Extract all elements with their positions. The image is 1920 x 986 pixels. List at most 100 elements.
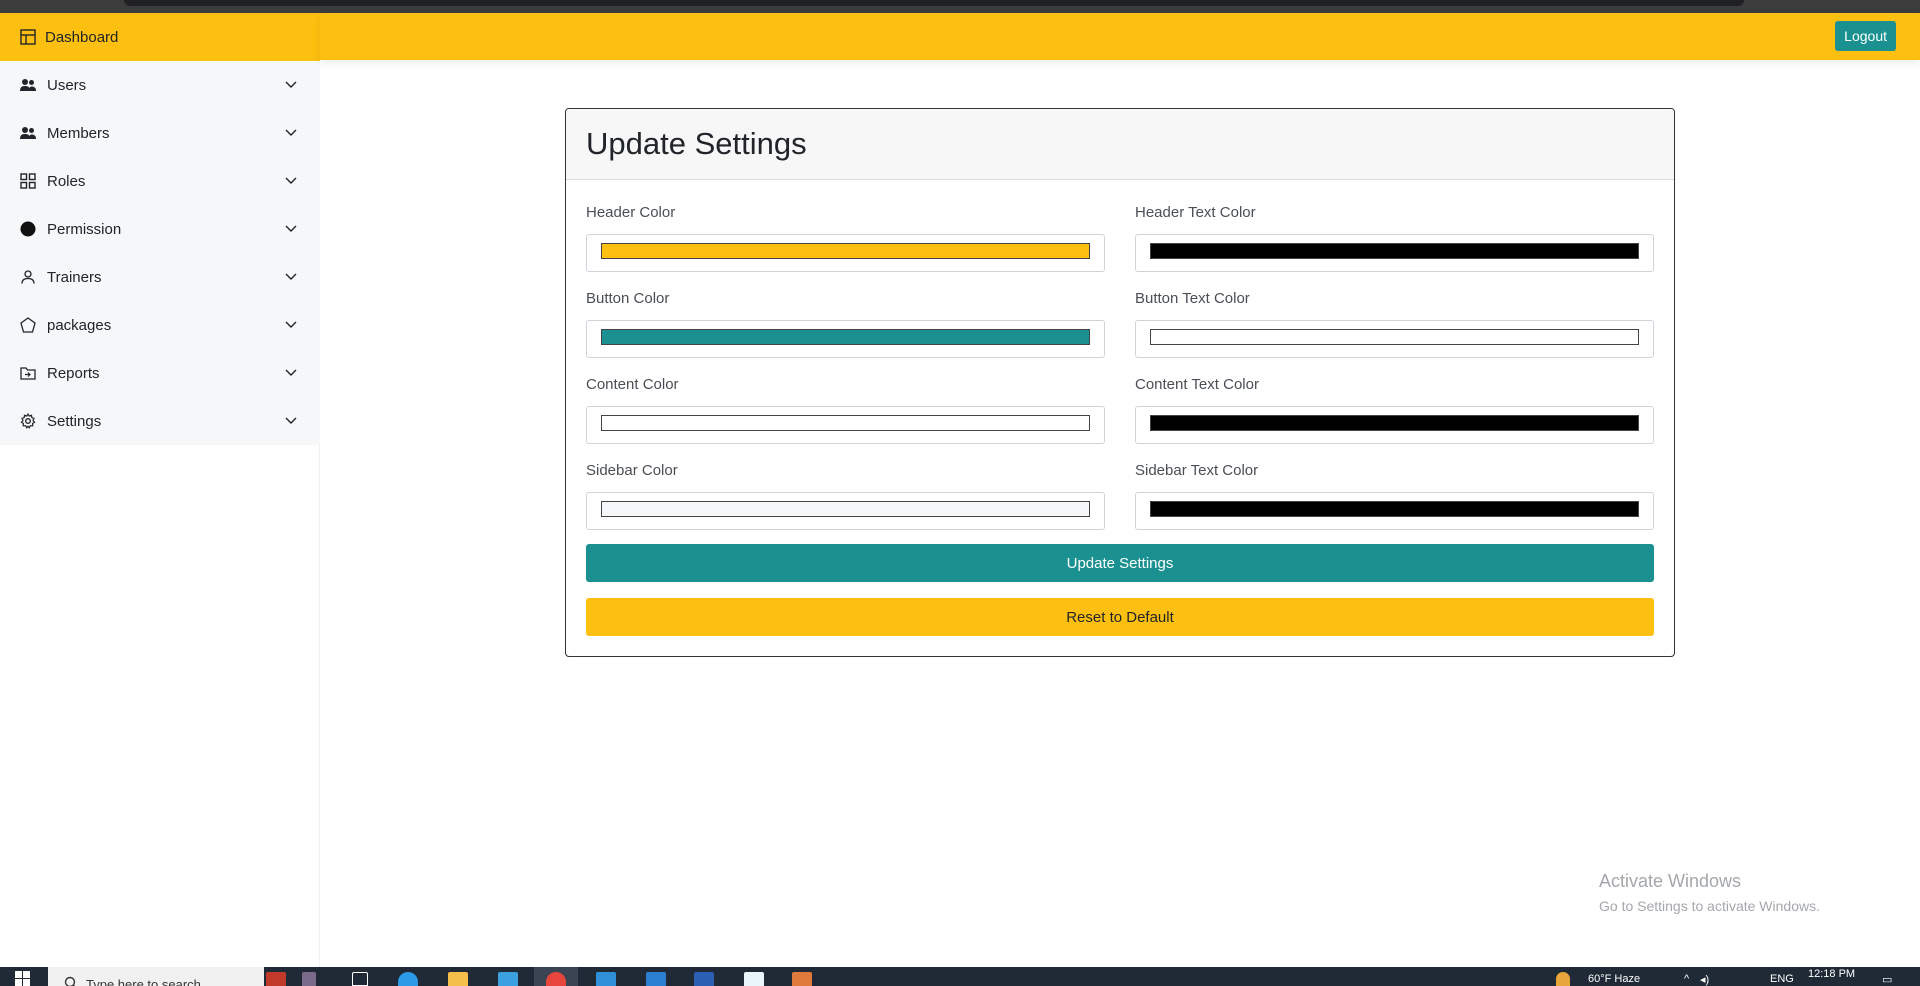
sidebar-item-packages[interactable]: packages bbox=[0, 301, 320, 349]
sidebar-item-label: Users bbox=[47, 76, 87, 94]
weather-icon[interactable] bbox=[1556, 972, 1570, 986]
sidebar-item-reports[interactable]: Reports bbox=[0, 349, 320, 397]
chevron-down-icon bbox=[284, 366, 298, 380]
sidebar-color-field: Sidebar Color bbox=[586, 460, 1105, 530]
sidebar-item-label: Members bbox=[47, 124, 110, 142]
watermark-subtitle: Go to Settings to activate Windows. bbox=[1599, 898, 1820, 914]
reset-to-default-button[interactable]: Reset to Default bbox=[586, 598, 1654, 636]
card-header: Update Settings bbox=[566, 109, 1674, 180]
header-color-field: Header Color bbox=[586, 202, 1105, 272]
field-label: Button Text Color bbox=[1135, 290, 1250, 307]
logout-button[interactable]: Logout bbox=[1835, 21, 1896, 51]
sidebar-brand-label: Dashboard bbox=[45, 28, 119, 46]
update-settings-card: Update Settings Header Color Header Text… bbox=[565, 108, 1675, 657]
update-settings-button[interactable]: Update Settings bbox=[586, 544, 1654, 582]
chevron-down-icon bbox=[284, 414, 298, 428]
field-label: Sidebar Text Color bbox=[1135, 462, 1259, 479]
field-label: Button Color bbox=[586, 290, 670, 307]
file-explorer-icon[interactable] bbox=[448, 972, 468, 986]
edge-icon[interactable] bbox=[398, 972, 418, 986]
button-text-color-field: Button Text Color bbox=[1135, 288, 1654, 358]
mail-icon[interactable] bbox=[596, 972, 616, 986]
page-title: Update Settings bbox=[586, 126, 807, 161]
content-color-input[interactable] bbox=[586, 406, 1105, 444]
content-color-field: Content Color bbox=[586, 374, 1105, 444]
chevron-down-icon bbox=[284, 174, 298, 188]
field-label: Content Text Color bbox=[1135, 376, 1259, 393]
header-text-color-field: Header Text Color bbox=[1135, 202, 1654, 272]
gear-icon bbox=[20, 413, 36, 429]
activate-windows-watermark: Activate Windows Go to Settings to activ… bbox=[1599, 871, 1820, 914]
table-icon bbox=[20, 29, 36, 45]
chevron-down-icon bbox=[284, 78, 298, 92]
watermark-title: Activate Windows bbox=[1599, 871, 1742, 891]
content-text-color-field: Content Text Color bbox=[1135, 374, 1654, 444]
color-swatch bbox=[601, 415, 1090, 431]
sidebar-item-label: packages bbox=[47, 316, 112, 334]
header-text-color-input[interactable] bbox=[1135, 234, 1654, 272]
volume-icon[interactable]: ◂) bbox=[1700, 973, 1709, 986]
chevron-down-icon bbox=[284, 270, 298, 284]
word-icon[interactable] bbox=[694, 972, 714, 986]
browser-top-strip bbox=[0, 0, 1920, 13]
button-text-color-input[interactable] bbox=[1135, 320, 1654, 358]
sidebar-item-permission[interactable]: Permission bbox=[0, 205, 320, 253]
color-swatch bbox=[601, 501, 1090, 517]
button-color-field: Button Color bbox=[586, 288, 1105, 358]
windows-start-icon[interactable] bbox=[14, 971, 30, 986]
taskbar-search-box[interactable]: Type here to search bbox=[48, 967, 264, 986]
pentagon-icon bbox=[20, 317, 36, 333]
sidebar-text-color-input[interactable] bbox=[1135, 492, 1654, 530]
xampp-icon[interactable] bbox=[792, 972, 812, 986]
browser-tab-bar bbox=[124, 0, 1744, 6]
sidebar-menu: Users Members Roles Permission Trainers … bbox=[0, 61, 320, 445]
header-color-input[interactable] bbox=[586, 234, 1105, 272]
tray-chevron-icon[interactable]: ^ bbox=[1684, 973, 1689, 985]
search-icon bbox=[64, 976, 78, 986]
app-icon[interactable] bbox=[744, 972, 764, 986]
windows-taskbar: Type here to search 60°F Haze ^ ◂) ENG 1… bbox=[0, 967, 1920, 986]
sidebar-item-settings[interactable]: Settings bbox=[0, 397, 320, 445]
sidebar-color-input[interactable] bbox=[586, 492, 1105, 530]
vscode-icon[interactable] bbox=[646, 972, 666, 986]
users-icon bbox=[20, 125, 36, 141]
notification-icon[interactable]: ▭ bbox=[1882, 973, 1892, 986]
app-figure-icon[interactable] bbox=[302, 972, 316, 986]
field-label: Sidebar Color bbox=[586, 462, 678, 479]
search-placeholder: Type here to search bbox=[86, 977, 201, 986]
sidebar-item-label: Settings bbox=[47, 412, 102, 430]
sidebar-item-trainers[interactable]: Trainers bbox=[0, 253, 320, 301]
content-text-color-input[interactable] bbox=[1135, 406, 1654, 444]
color-swatch bbox=[601, 243, 1090, 259]
top-header: Logout bbox=[320, 13, 1920, 60]
clock[interactable]: 12:18 PM bbox=[1808, 968, 1855, 980]
circle-icon bbox=[20, 221, 36, 237]
field-label: Content Color bbox=[586, 376, 679, 393]
store-icon[interactable] bbox=[498, 972, 518, 986]
sidebar-item-label: Trainers bbox=[47, 268, 102, 286]
folder-icon bbox=[20, 365, 36, 381]
field-label: Header Color bbox=[586, 204, 676, 221]
sidebar-text-color-field: Sidebar Text Color bbox=[1135, 460, 1654, 530]
sidebar-item-users[interactable]: Users bbox=[0, 61, 320, 109]
chrome-icon[interactable] bbox=[546, 972, 566, 986]
weather-text: 60°F Haze bbox=[1588, 973, 1641, 985]
color-swatch bbox=[1150, 243, 1639, 259]
sidebar: Dashboard Users Members Roles Permission… bbox=[0, 13, 320, 967]
color-swatch bbox=[1150, 501, 1639, 517]
grid-icon bbox=[20, 173, 36, 189]
color-swatch bbox=[601, 329, 1090, 345]
color-swatch bbox=[1150, 329, 1639, 345]
sidebar-item-label: Permission bbox=[47, 220, 122, 238]
sidebar-item-label: Roles bbox=[47, 172, 86, 190]
chevron-down-icon bbox=[284, 126, 298, 140]
color-swatch bbox=[1150, 415, 1639, 431]
button-color-input[interactable] bbox=[586, 320, 1105, 358]
sidebar-item-roles[interactable]: Roles bbox=[0, 157, 320, 205]
language-indicator[interactable]: ENG bbox=[1770, 973, 1794, 985]
sidebar-item-members[interactable]: Members bbox=[0, 109, 320, 157]
task-view-icon[interactable] bbox=[352, 972, 368, 986]
app-avatar-icon[interactable] bbox=[266, 972, 286, 986]
sidebar-brand-dashboard[interactable]: Dashboard bbox=[0, 13, 320, 61]
chevron-down-icon bbox=[284, 318, 298, 332]
